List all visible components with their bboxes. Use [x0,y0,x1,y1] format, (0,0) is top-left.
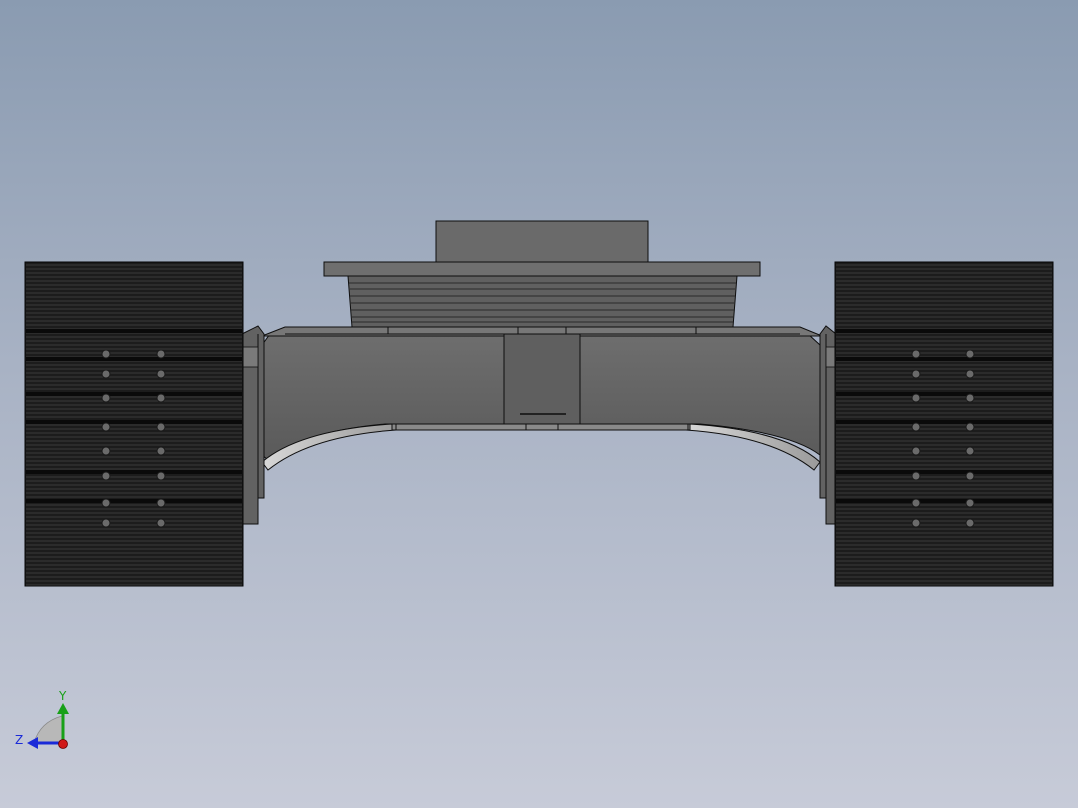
track-bolt [156,369,166,379]
track-bolt [965,498,975,508]
track-link-separator [836,329,1052,333]
track-bolt [965,369,975,379]
track-bolt [101,471,111,481]
track-bolt [101,518,111,528]
track-bolt [965,518,975,528]
track-bolt [101,422,111,432]
track-bolt [156,518,166,528]
track-bolt [911,446,921,456]
track-link-separator [836,357,1052,361]
right-track[interactable] [834,261,1054,587]
track-bolt [101,369,111,379]
upper-carriage[interactable] [323,220,761,328]
z-axis-label: Z [15,733,23,747]
track-bolt [156,422,166,432]
track-link-separator [836,470,1052,474]
left-track[interactable] [24,261,244,587]
z-axis-head [27,737,38,749]
track-link-separator [26,499,242,503]
mount-plate[interactable] [323,261,761,277]
track-bolt [101,498,111,508]
track-link-separator [836,499,1052,503]
y-axis-head [57,703,69,714]
track-bolt [965,349,975,359]
track-link-separator [836,392,1052,396]
track-bolt [911,518,921,528]
orientation-triad: Y Z [15,689,69,749]
triad-plane-icon [33,715,63,744]
left-end-bracket[interactable] [241,325,265,525]
right-end-bracket[interactable] [819,325,837,525]
top-block[interactable] [435,220,649,263]
track-bolt [911,471,921,481]
track-bolt [101,393,111,403]
track-bolt [965,422,975,432]
track-bolt [911,498,921,508]
track-bolt [965,393,975,403]
track-bolt [911,393,921,403]
track-bolt [101,446,111,456]
y-axis-label: Y [58,689,67,703]
center-pivot-box[interactable] [503,333,581,425]
track-bolt [911,422,921,432]
track-bolt [101,349,111,359]
track-link-separator [26,392,242,396]
track-bolt [965,446,975,456]
track-link-separator [26,357,242,361]
chassis-frame[interactable] [261,326,823,471]
track-bolt [156,498,166,508]
track-bolt [911,349,921,359]
track-bolt [156,446,166,456]
track-link-separator [26,470,242,474]
x-axis-dot [58,739,68,749]
track-link-separator [26,329,242,333]
track-bolt [156,471,166,481]
slewing-ring[interactable] [347,275,738,328]
track-bolt [965,471,975,481]
track-bolt [156,349,166,359]
track-link-separator [26,420,242,424]
track-bolt [156,393,166,403]
track-link-separator [836,420,1052,424]
cad-viewport[interactable]: Y Z [0,0,1078,808]
track-bolt [911,369,921,379]
